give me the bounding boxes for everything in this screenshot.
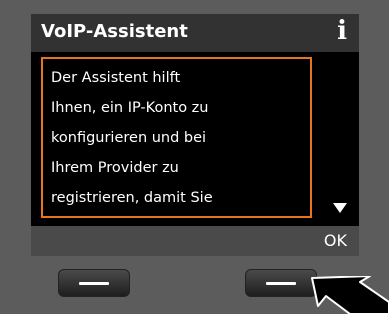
message-text-box: Der Assistent hilft Ihnen, ein IP-Konto …: [41, 57, 312, 218]
softkey-bar: OK: [31, 226, 359, 256]
scroll-down-arrow-icon[interactable]: [333, 203, 347, 213]
phone-display: VoIP-Assistent i Der Assistent hilft Ihn…: [31, 14, 359, 256]
message-line: registrieren, damit Sie: [51, 190, 213, 206]
pointer-arrow-icon: [311, 276, 389, 314]
info-icon: i: [337, 16, 347, 46]
dash-icon: [79, 282, 109, 285]
page-title: VoIP-Assistent: [41, 21, 188, 42]
softkey-ok-label[interactable]: OK: [324, 231, 347, 250]
message-line: Ihrem Provider zu: [51, 160, 179, 176]
message-line: konfigurieren und bei: [51, 130, 207, 146]
title-bar: VoIP-Assistent i: [31, 14, 359, 52]
left-softkey-button[interactable]: [58, 269, 130, 297]
right-softkey-button[interactable]: [245, 269, 317, 297]
message-line: Ihnen, ein IP-Konto zu: [51, 100, 209, 116]
message-line: Der Assistent hilft: [51, 70, 181, 86]
dash-icon: [266, 282, 296, 285]
